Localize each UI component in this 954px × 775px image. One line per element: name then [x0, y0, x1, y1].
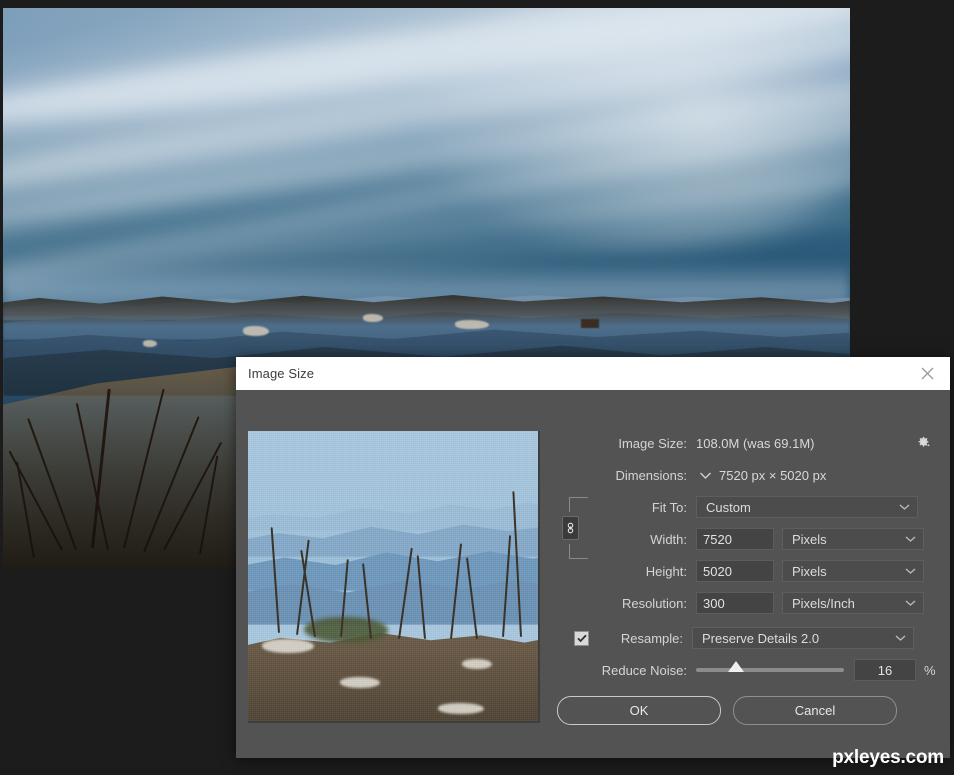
width-input[interactable]: 7520	[696, 528, 774, 550]
reduce-noise-input[interactable]: 16	[854, 659, 916, 681]
site-watermark: pxleyes.com	[832, 747, 944, 768]
resolution-row: Resolution: 300 Pixels/Inch	[554, 591, 938, 615]
fit-to-value: Custom	[706, 499, 751, 515]
resample-checkbox[interactable]	[574, 630, 589, 646]
resolution-unit-select[interactable]: Pixels/Inch	[782, 592, 924, 614]
dimensions-row: Dimensions: 7520 px × 5020 px	[554, 463, 938, 487]
preview-image[interactable]	[248, 431, 538, 721]
reduce-noise-slider-thumb[interactable]	[727, 661, 744, 672]
cancel-button[interactable]: Cancel	[733, 696, 897, 725]
preview-snow-patch	[262, 639, 314, 653]
reduce-noise-label: Reduce Noise:	[601, 662, 687, 678]
resolution-unit-value: Pixels/Inch	[792, 595, 855, 611]
chevron-down-icon	[903, 535, 917, 543]
dialog-buttons: OK Cancel	[557, 696, 938, 725]
height-label: Height:	[645, 563, 687, 579]
photo-rock	[455, 320, 489, 329]
chevron-down-icon	[903, 567, 917, 575]
dialog-title-bar: Image Size	[236, 357, 950, 390]
chevron-down-icon	[897, 503, 911, 511]
reduce-noise-unit: %	[924, 662, 936, 678]
dimensions-value: 7520 px × 5020 px	[719, 467, 827, 483]
width-row: Width: 7520 Pixels	[554, 527, 938, 551]
preview-frame	[248, 431, 540, 723]
photo-rock	[143, 340, 157, 347]
resample-method-value: Preserve Details 2.0	[702, 630, 820, 646]
dialog-body: Image Size: 108.0M (was 69.1M) Dimension…	[236, 390, 950, 758]
width-unit-value: Pixels	[792, 531, 827, 547]
resample-method-select[interactable]: Preserve Details 2.0	[692, 627, 914, 649]
image-size-value: 108.0M (was 69.1M)	[696, 435, 815, 451]
photo-bench	[581, 319, 599, 328]
preview-shrub	[304, 617, 388, 643]
fit-to-row: Fit To: Custom	[554, 495, 938, 519]
resolution-label: Resolution:	[621, 595, 687, 611]
resample-label: Resample:	[620, 630, 683, 646]
width-unit-select[interactable]: Pixels	[782, 528, 924, 550]
reduce-noise-row: Reduce Noise: 16 %	[554, 658, 938, 682]
height-unit-select[interactable]: Pixels	[782, 560, 924, 582]
chevron-down-icon	[903, 599, 917, 607]
chevron-down-icon	[893, 634, 907, 642]
fit-to-select[interactable]: Custom	[696, 496, 918, 518]
chain-bracket-top	[569, 497, 588, 512]
photo-rock	[243, 326, 269, 336]
preview-snow-patch	[340, 677, 380, 688]
resample-row: Resample: Preserve Details 2.0	[554, 626, 938, 650]
image-size-label: Image Size:	[618, 435, 687, 451]
dimensions-label: Dimensions:	[615, 467, 687, 483]
image-size-form: Image Size: 108.0M (was 69.1M) Dimension…	[554, 431, 938, 725]
photo-rock	[363, 314, 383, 322]
preview-ground	[248, 633, 538, 721]
height-unit-value: Pixels	[792, 563, 827, 579]
ok-button[interactable]: OK	[557, 696, 721, 725]
close-icon[interactable]	[912, 361, 942, 387]
height-row: Height: 5020 Pixels	[554, 559, 938, 583]
reduce-noise-slider[interactable]	[696, 661, 844, 672]
preview-snow-patch	[462, 659, 492, 669]
resolution-input[interactable]: 300	[696, 592, 774, 614]
desktop-backdrop: Image Size Image Size: 108.0M (was 69.1M…	[0, 0, 954, 775]
image-size-row: Image Size: 108.0M (was 69.1M)	[554, 431, 938, 455]
image-size-dialog: Image Size Image Size: 108.0M (was 69.1M…	[236, 357, 950, 758]
width-label: Width:	[650, 531, 687, 547]
gear-icon[interactable]	[914, 433, 932, 451]
height-input[interactable]: 5020	[696, 560, 774, 582]
preview-snow-patch	[438, 703, 484, 714]
chevron-down-icon[interactable]	[696, 468, 714, 482]
dialog-title: Image Size	[248, 366, 315, 381]
